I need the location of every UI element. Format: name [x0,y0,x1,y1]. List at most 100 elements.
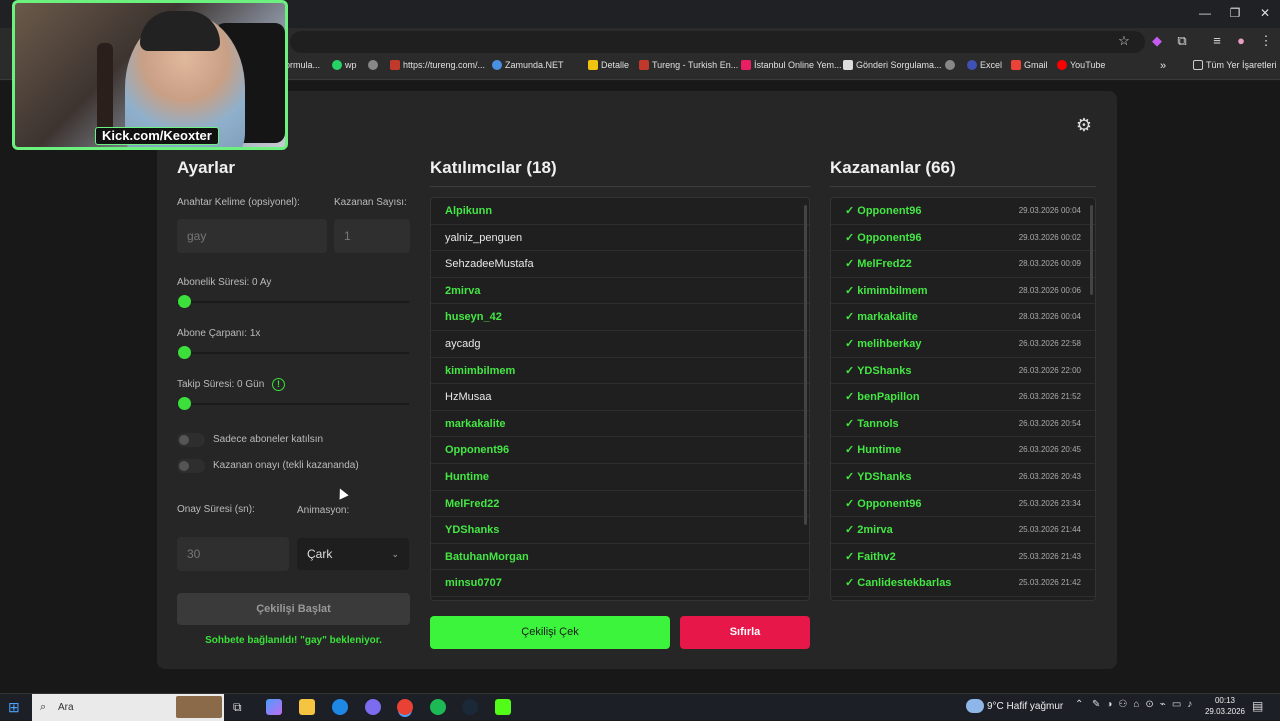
menu-icon[interactable]: ⋮ [1257,33,1275,49]
tray-icons[interactable]: ✎◑⚇⌂⊙⌁▭♪ [1092,699,1198,710]
search-highlight-image [176,696,222,718]
excel-icon [967,60,977,70]
puzzle-icon[interactable]: ⧉ [1173,33,1191,49]
windows-start-icon[interactable]: ⊞ [8,699,24,715]
search-icon: ⌕ [40,701,47,713]
start-giveaway-button[interactable]: Çekilişi Başlat [177,593,410,625]
taskbar-search[interactable]: ⌕ Ara [32,694,224,721]
bookmark[interactable]: https://tureng.com/... [390,60,485,70]
globe-icon [368,60,378,70]
participant-row: huseyn_42 [431,304,809,331]
participant-row: minsu0707 [431,570,809,597]
winner-name: ✓ Opponent96 [845,205,922,217]
url-input[interactable] [290,31,1145,53]
maximize-icon[interactable]: ❐ [1220,6,1250,20]
participants-list[interactable]: Alpikunn yalniz_penguen SehzadeeMustafa 2mi… [430,197,810,601]
confirm-time-input[interactable]: 30 [177,537,289,571]
winner-row: ✓ Huntime 26.03.2026 20:45 [831,437,1095,464]
winner-name: ✓ Canlidestekbarlas [845,577,952,590]
participant-name: Opponent96 [445,444,510,457]
task-view-icon[interactable]: ⧉ [233,699,249,715]
notification-icon[interactable]: ▤ [1252,699,1263,713]
bookmark[interactable]: Tureng - Turkish En... [639,60,738,70]
edge-icon[interactable] [332,699,348,715]
weather-text[interactable]: 9°C Hafif yağmur [987,701,1063,712]
spotify-icon[interactable] [430,699,446,715]
bookmark[interactable]: Excel [967,60,1002,70]
file-explorer-icon[interactable] [299,699,315,715]
media-icon[interactable]: ≡ [1208,33,1226,48]
webcam-overlay: Kick.com/Keoxter [12,0,288,150]
info-icon[interactable]: ! [272,378,285,391]
animation-label: Animasyon: [297,505,350,516]
bookmark[interactable]: Gönderi Sorgulama... [843,60,942,70]
guitar-shape [97,43,113,133]
winner-count-input[interactable]: 1 [334,219,410,253]
bookmark[interactable]: wp [332,60,357,70]
participant-name: YDShanks [445,524,500,537]
chrome-icon[interactable] [397,699,413,715]
only-subs-toggle[interactable] [177,433,205,447]
animation-select[interactable]: Çark ⌄ [297,538,409,570]
winner-row: ✓ MelFred22 28.03.2026 00:09 [831,251,1095,278]
taskbar: ⊞ ⌕ Ara ⧉ 9°C Hafif yağmur ⌃ ✎◑⚇⌂⊙⌁▭♪ 00… [0,693,1280,721]
close-icon[interactable]: ✕ [1250,6,1280,20]
minimize-icon[interactable]: — [1190,6,1220,20]
scrollbar[interactable] [804,205,807,525]
chevron-up-icon[interactable]: ⌃ [1075,699,1083,710]
bookmark[interactable]: ormula... [285,60,320,70]
bookmark[interactable]: Gmail [1011,60,1048,70]
steam-icon[interactable] [462,699,478,715]
winner-row: ✓ Opponent96 29.03.2026 00:04 [831,198,1095,225]
winner-row: ✓ kimimbilmem 28.03.2026 00:06 [831,278,1095,305]
weather-icon [966,699,984,713]
copilot-icon[interactable] [266,699,282,715]
bookmark[interactable] [368,60,378,70]
winner-date: 25.03.2026 23:34 [1018,498,1081,508]
reset-button[interactable]: Sıfırla [680,616,810,649]
follow-duration-slider[interactable] [177,403,409,405]
participant-name: BatuhanMorgan [445,550,529,563]
winner-row: ✓ Faithv2 25.03.2026 21:43 [831,544,1095,571]
winner-row: ✓ melihberkay 26.03.2026 22:58 [831,331,1095,358]
clock-date[interactable]: 29.03.2026 [1200,707,1250,716]
search-placeholder: Ara [58,702,74,713]
bookmark[interactable] [945,60,955,70]
winner-name: ✓ benPapillon [845,391,920,404]
gmail-icon [1011,60,1021,70]
slider-handle[interactable] [178,397,191,410]
star-icon[interactable]: ☆ [1115,33,1133,49]
clock-time[interactable]: 00:13 [1205,696,1245,705]
sub-multiplier-slider[interactable] [177,352,409,354]
keyword-label: Anahtar Kelime (opsiyonel): [177,197,300,208]
bookmark[interactable]: Detalle [588,60,629,70]
draw-button[interactable]: Çekilişi Çek [430,616,670,649]
slider-handle[interactable] [178,346,191,359]
winner-confirm-toggle[interactable] [177,459,205,473]
kick-icon[interactable] [495,699,511,715]
winner-name: ✓ melihberkay [845,337,922,350]
keyword-input[interactable]: gay [177,219,327,253]
extension-icon[interactable]: ◆ [1148,33,1166,49]
animation-value: Çark [307,547,333,561]
slider-handle[interactable] [178,295,191,308]
profile-icon[interactable]: ● [1232,33,1250,48]
discord-icon[interactable] [365,699,381,715]
winner-date: 29.03.2026 00:04 [1018,206,1081,215]
sub-duration-slider[interactable] [177,301,409,303]
bookmark[interactable]: Zamunda.NET [492,60,564,70]
winner-row: ✓ benPapillon 26.03.2026 21:52 [831,384,1095,411]
winners-list[interactable]: ✓ Opponent96 29.03.2026 00:04 ✓ Opponent96… [830,197,1096,601]
bookmark[interactable]: YouTube [1057,60,1105,70]
chevron-right-icon[interactable]: » [1160,60,1166,72]
gear-icon[interactable]: ⚙ [1074,115,1094,135]
confirm-time-label: Onay Süresi (sn): [177,504,255,515]
participant-row: aycadg [431,331,809,358]
scrollbar[interactable] [1090,205,1093,295]
yemek-icon [741,60,751,70]
bookmark[interactable]: İstanbul Online Yem... [741,60,842,70]
participant-name: 2mirva [445,284,481,297]
participant-row: BatuhanMorgan [431,544,809,571]
all-bookmarks[interactable]: Tüm Yer İşaretleri [1193,60,1277,70]
participant-name: HzMusaa [445,391,492,404]
